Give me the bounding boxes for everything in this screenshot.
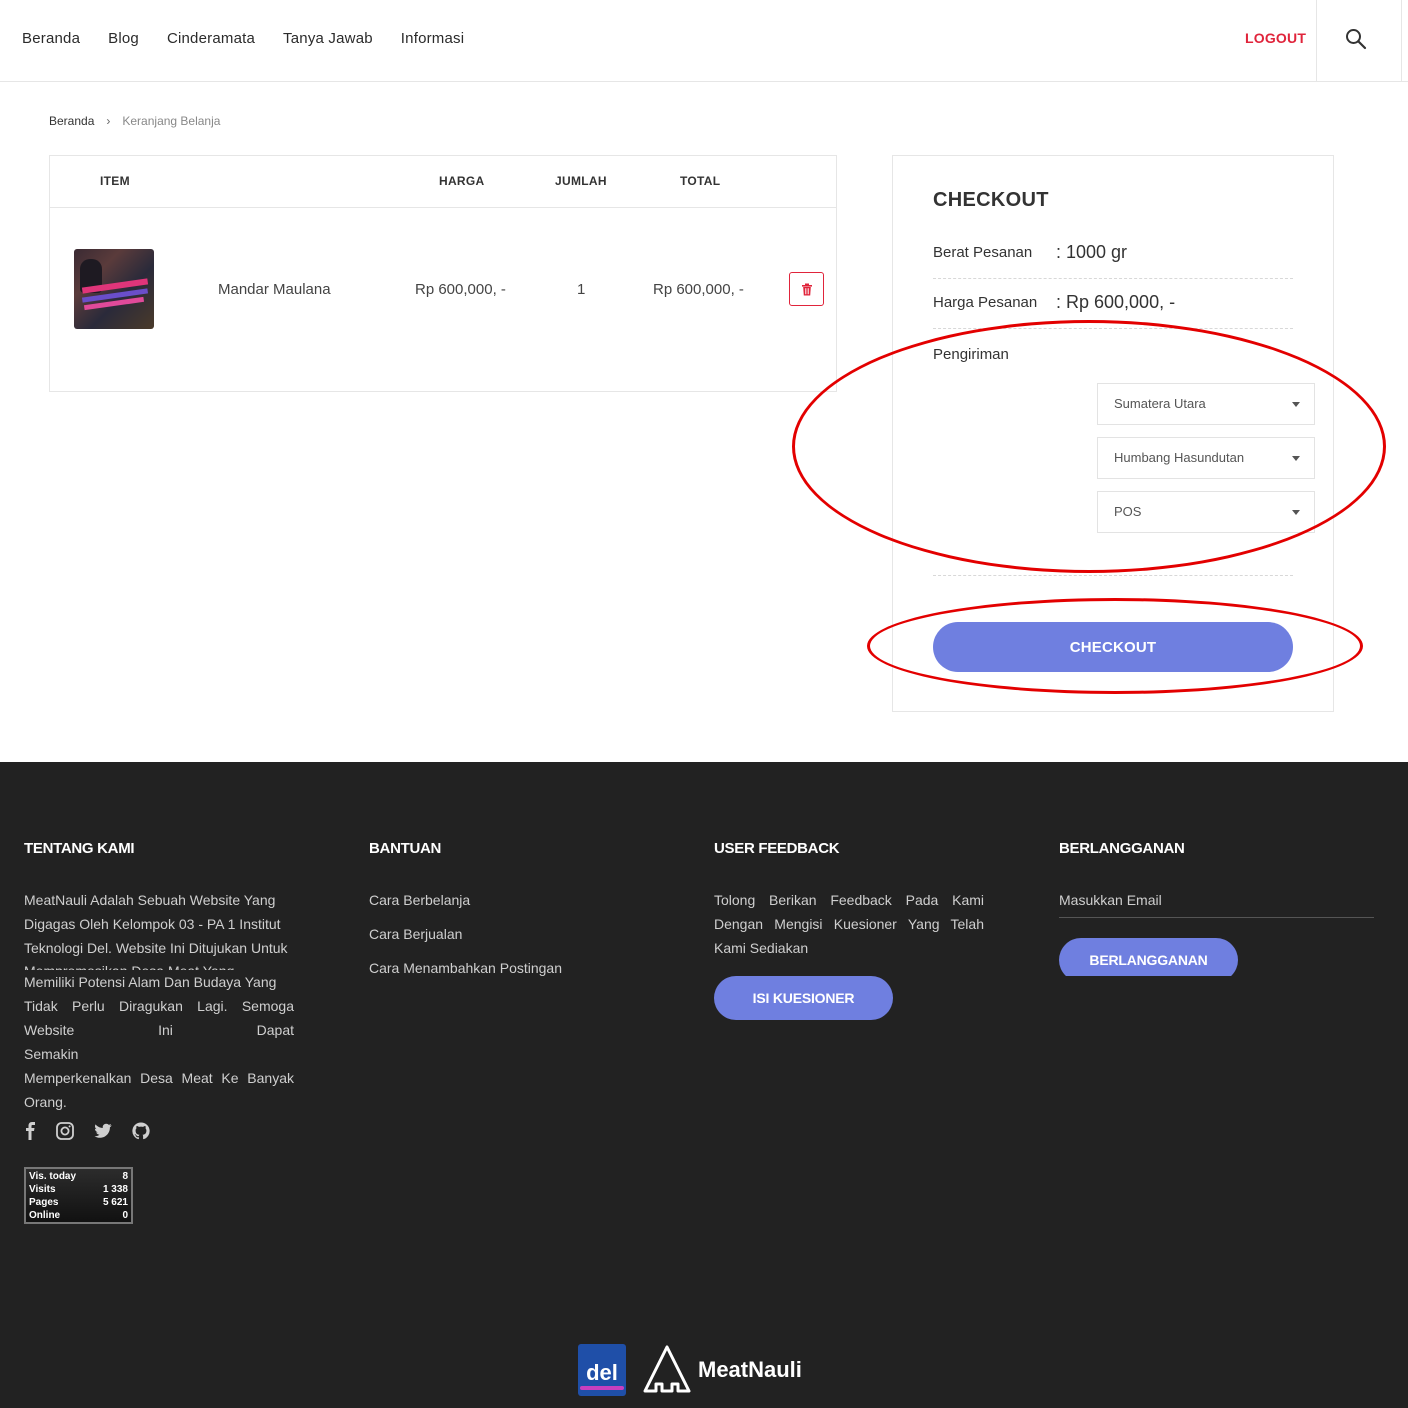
about-line: Orang.: [24, 1094, 67, 1110]
order-weight-value: : 1000 gr: [1056, 242, 1128, 262]
twitter-icon[interactable]: [94, 1123, 112, 1139]
courier-value: POS: [1114, 504, 1142, 519]
about-line: Teknologi Del. Website Ini Ditujukan Unt…: [24, 940, 288, 956]
stats-row: Visits 1 338: [29, 1184, 128, 1195]
brand-name: MeatNauli: [698, 1357, 802, 1382]
search-button[interactable]: [1316, 0, 1402, 81]
about-line: MeatNauli Adalah Sebuah Website Yang: [24, 892, 276, 908]
footer-subscribe-title: BERLANGGANAN: [1059, 840, 1185, 857]
regency-value: Humbang Hasundutan: [1114, 450, 1245, 465]
breadcrumb: Beranda › Keranjang Belanja: [49, 114, 220, 128]
product-total: Rp 600,000, -: [653, 281, 744, 298]
subscribe-button-clip: BERLANGGANAN: [1059, 938, 1238, 976]
github-icon[interactable]: [132, 1122, 150, 1140]
caret-down-icon: [1292, 402, 1300, 407]
caret-down-icon: [1292, 510, 1300, 515]
stats-row: Pages 5 621: [29, 1197, 128, 1208]
regency-select[interactable]: Humbang Hasundutan: [1097, 437, 1315, 479]
checkout-panel: CHECKOUT Berat Pesanan : 1000 gr Harga P…: [892, 155, 1334, 712]
trash-icon: [801, 283, 812, 295]
stats-row: Vis. today 8: [29, 1171, 128, 1182]
breadcrumb-home[interactable]: Beranda: [49, 114, 94, 128]
nav-beranda[interactable]: Beranda: [22, 30, 80, 47]
nav-blog[interactable]: Blog: [108, 30, 139, 47]
help-link-jualan[interactable]: Cara Berjualan: [369, 926, 462, 942]
about-line: Digagas Oleh Kelompok 03 - PA 1 Institut: [24, 916, 281, 932]
instagram-icon[interactable]: [56, 1122, 74, 1140]
product-price: Rp 600,000, -: [415, 281, 506, 298]
nav-cinderamata[interactable]: Cinderamata: [167, 30, 255, 47]
breadcrumb-current: Keranjang Belanja: [122, 114, 221, 128]
province-select[interactable]: Sumatera Utara: [1097, 383, 1315, 425]
cart-table-header: ITEM HARGA JUMLAH TOTAL: [50, 156, 836, 208]
order-weight-row: Berat Pesanan : 1000 gr: [933, 236, 1293, 279]
feedback-line: Kami Sediakan: [714, 940, 809, 956]
questionnaire-button[interactable]: ISI KUESIONER: [714, 976, 893, 1020]
email-field[interactable]: Masukkan Email: [1059, 892, 1374, 918]
caret-down-icon: [1292, 456, 1300, 461]
product-thumbnail[interactable]: [74, 249, 154, 329]
about-line: Memiliki Potensi Alam Dan Budaya Yang: [24, 974, 277, 990]
product-qty: 1: [577, 281, 586, 298]
order-price-label: Harga Pesanan: [933, 294, 1038, 311]
footer-about-text: MeatNauli Adalah Sebuah Website Yang Dig…: [24, 888, 294, 1114]
nav-informasi[interactable]: Informasi: [401, 30, 465, 47]
site-footer: TENTANG KAMI MeatNauli Adalah Sebuah Web…: [0, 762, 1408, 1408]
facebook-icon[interactable]: [24, 1122, 36, 1140]
province-value: Sumatera Utara: [1114, 396, 1206, 411]
help-link-postingan[interactable]: Cara Menambahkan Postingan: [369, 960, 562, 976]
header-price: HARGA: [439, 174, 485, 188]
feedback-line: Tolong Berikan Feedback Pada Kami: [714, 892, 984, 908]
header-qty: JUMLAH: [555, 174, 607, 188]
about-line: Tidak Perlu Diragukan Lagi. Semoga: [24, 998, 294, 1014]
order-price-row: Harga Pesanan : Rp 600,000, -: [933, 279, 1293, 329]
del-logo: del: [578, 1344, 626, 1396]
header-item: ITEM: [100, 174, 130, 188]
order-price-value: : Rp 600,000, -: [1056, 292, 1176, 312]
checkout-button[interactable]: CHECKOUT: [933, 622, 1293, 672]
about-line: Memperkenalkan Desa Meat Ke Banyak: [24, 1070, 294, 1086]
footer-feedback-text: Tolong Berikan Feedback Pada Kami Dengan…: [714, 888, 984, 960]
search-icon: [1346, 29, 1367, 50]
stats-row: Online 0: [29, 1210, 128, 1221]
chevron-right-icon: ›: [106, 114, 111, 128]
product-name[interactable]: Mandar Maulana: [218, 281, 331, 298]
footer-logos: del MeatNauli: [578, 1344, 802, 1396]
feedback-line: Dengan Mengisi Kuesioner Yang Telah: [714, 916, 984, 932]
order-weight-label: Berat Pesanan: [933, 244, 1033, 261]
footer-about-title: TENTANG KAMI: [24, 840, 135, 857]
logout-link[interactable]: LOGOUT: [1245, 30, 1306, 46]
about-line: Website Ini Dapat Semakin: [24, 1022, 294, 1062]
social-links: [24, 1122, 150, 1140]
visitor-stats-widget[interactable]: Vis. today 8 Visits 1 338 Pages 5 621 Onlin…: [24, 1167, 133, 1224]
meatnauli-logo-icon: [643, 1345, 691, 1393]
footer-help-title: BANTUAN: [369, 840, 442, 857]
courier-select[interactable]: POS: [1097, 491, 1315, 533]
delete-item-button[interactable]: [789, 272, 824, 306]
shipping-label: Pengiriman: [933, 346, 1009, 363]
nav-tanya-jawab[interactable]: Tanya Jawab: [283, 30, 373, 47]
cart-table: ITEM HARGA JUMLAH TOTAL Mandar Maulana R…: [49, 155, 837, 392]
checkout-title: CHECKOUT: [933, 189, 1049, 211]
site-header: Beranda Blog Cinderamata Tanya Jawab Inf…: [0, 0, 1408, 82]
main-nav: Beranda Blog Cinderamata Tanya Jawab Inf…: [22, 30, 492, 47]
subscribe-button[interactable]: BERLANGGANAN: [1059, 938, 1238, 976]
shipping-section: Pengiriman Sumatera Utara Humbang Hasund…: [933, 329, 1315, 576]
footer-feedback-title: USER FEEDBACK: [714, 840, 840, 857]
about-line: Mempromosikan Desa Meat Yang: [24, 960, 294, 970]
help-link-belanja[interactable]: Cara Berbelanja: [369, 892, 470, 908]
header-total: TOTAL: [680, 174, 721, 188]
